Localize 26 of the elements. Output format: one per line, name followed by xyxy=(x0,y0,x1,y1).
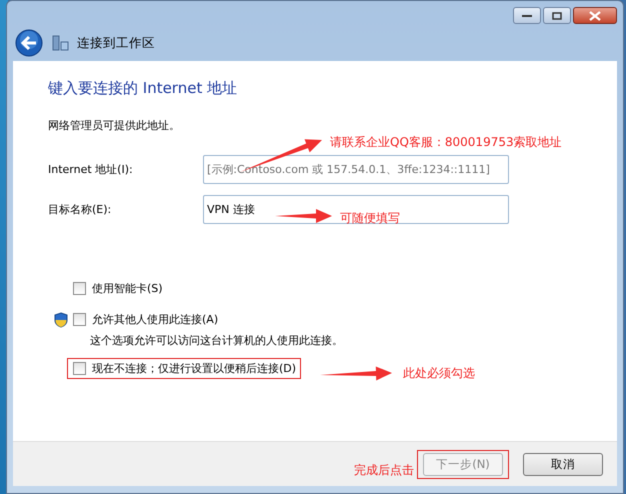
network-icon xyxy=(51,34,69,52)
annotation-text: 请联系企业QQ客服：800019753索取地址 xyxy=(330,134,562,151)
back-icon[interactable] xyxy=(15,29,43,57)
checkbox[interactable] xyxy=(73,362,86,375)
input-field[interactable]: [示例:Contoso.com 或 157.54.0.1、3ffe:1234::1111] xyxy=(203,154,509,184)
annotation-text: 完成后点击 xyxy=(354,462,414,479)
checkbox-option[interactable]: 允许其他人使用此连接(A) xyxy=(67,309,224,330)
field-label: Internet 地址(I): xyxy=(48,162,134,176)
instruction-text: 网络管理员可提供此地址。 xyxy=(48,118,181,133)
page-heading: 键入要连接的 Internet 地址 xyxy=(48,79,238,98)
checkbox[interactable] xyxy=(73,282,86,295)
minimize-icon xyxy=(522,14,532,18)
close-button[interactable] xyxy=(573,7,617,24)
maximize-button[interactable] xyxy=(543,7,571,24)
window-title: 连接到工作区 xyxy=(77,34,155,52)
option-description: 这个选项允许可以访问这台计算机的人使用此连接。 xyxy=(90,333,344,348)
dialog-button[interactable]: 取消 xyxy=(523,452,603,476)
checkbox-option[interactable]: 使用智能卡(S) xyxy=(67,278,168,299)
field-label: 目标名称(E): xyxy=(48,202,112,216)
annotation-text: 此处必须勾选 xyxy=(403,365,475,382)
maximize-icon xyxy=(552,12,562,20)
minimize-button[interactable] xyxy=(513,7,541,24)
checkbox[interactable] xyxy=(73,313,86,326)
checkbox-option[interactable]: 现在不连接；仅进行设置以便稍后连接(D) xyxy=(67,358,302,379)
shield-icon xyxy=(54,312,68,328)
close-icon xyxy=(589,10,601,20)
